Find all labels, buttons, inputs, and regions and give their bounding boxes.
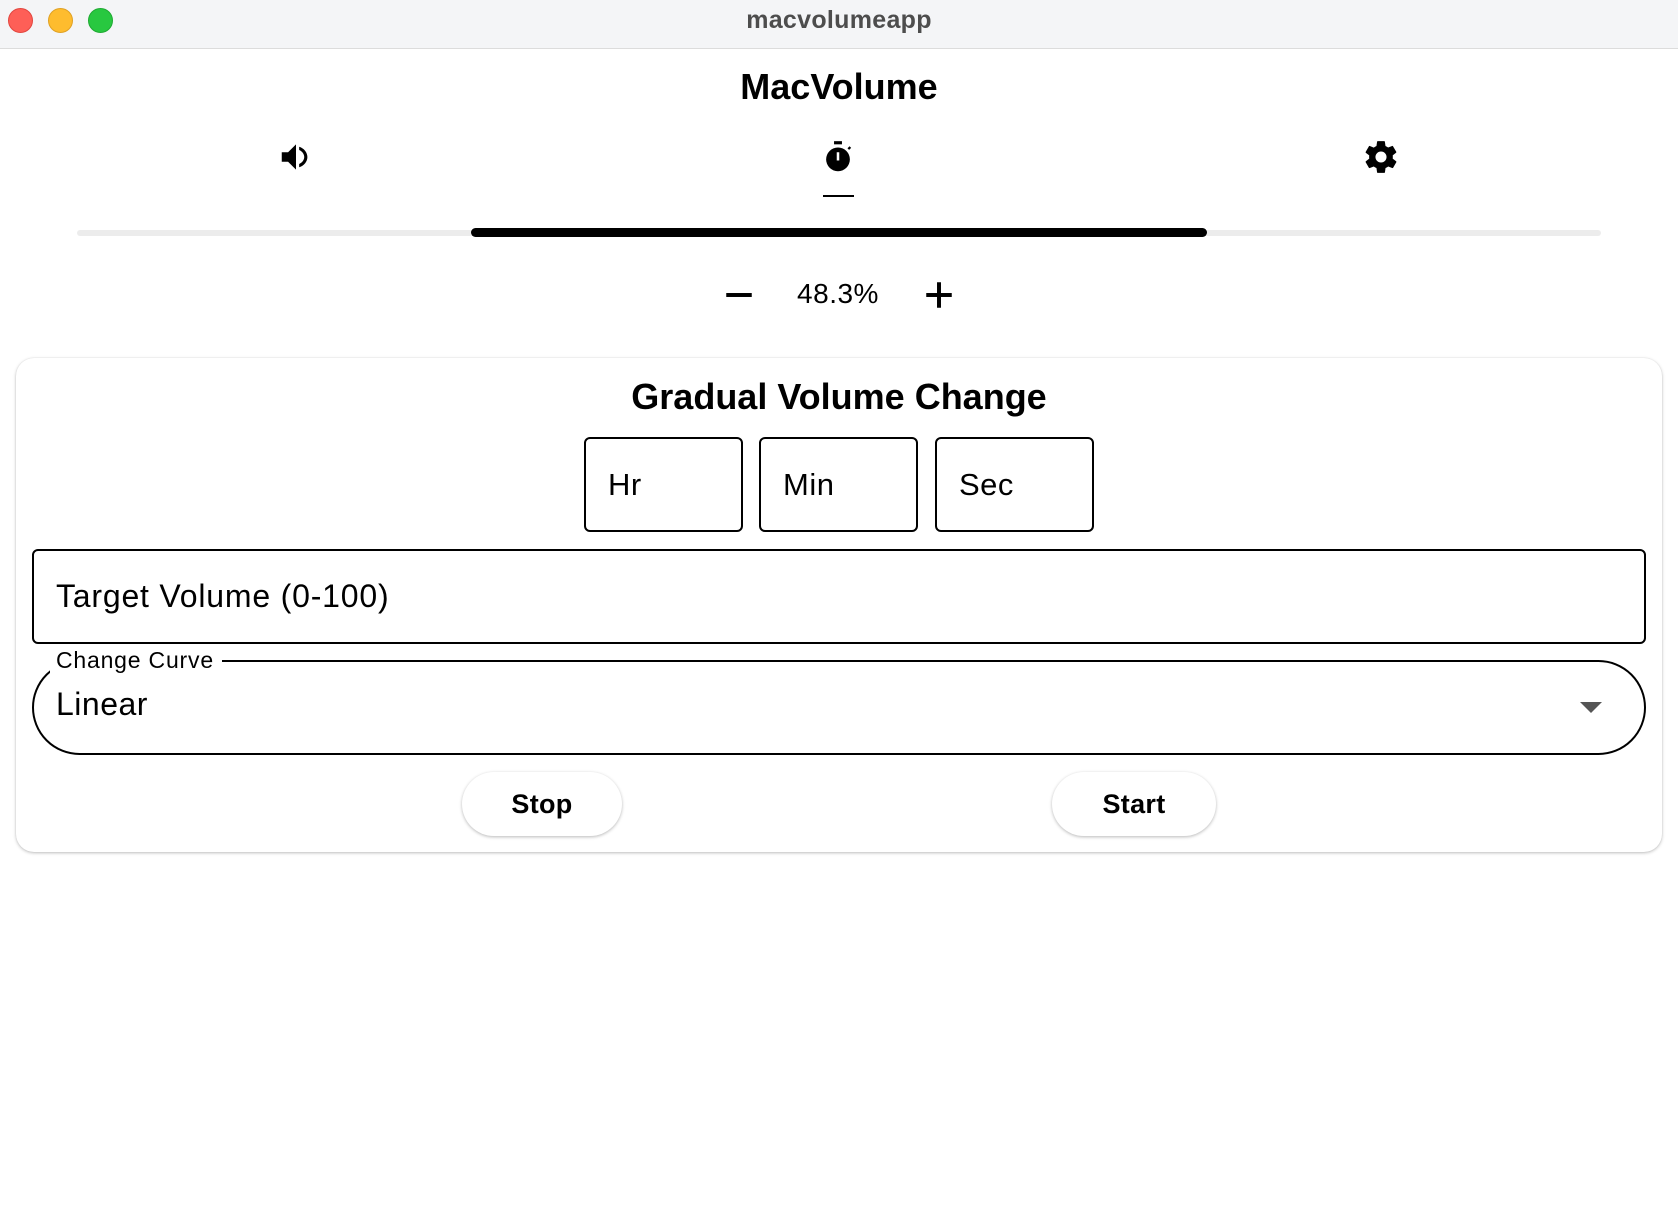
change-curve-value: Linear <box>56 686 148 722</box>
timer-icon <box>826 141 852 172</box>
hours-input[interactable]: Hr <box>584 437 743 532</box>
tab-settings[interactable] <box>1351 132 1411 182</box>
target-volume-input[interactable]: Target Volume (0-100) <box>32 549 1646 644</box>
seconds-input[interactable]: Sec <box>935 437 1094 532</box>
window-title: macvolumeapp <box>746 6 932 34</box>
select-border <box>32 660 1646 755</box>
increase-volume-button[interactable] <box>914 268 964 322</box>
gradual-volume-card: Gradual Volume Change Hr Min Sec Target … <box>16 358 1662 852</box>
window-titlebar: macvolumeapp <box>0 0 1678 49</box>
stop-button[interactable]: Stop <box>462 772 622 836</box>
change-curve-label: Change Curve <box>50 646 222 674</box>
speaker-icon <box>281 144 308 170</box>
slider-active-segment[interactable] <box>470 228 1208 237</box>
volume-slider[interactable] <box>77 228 1601 238</box>
plus-icon <box>926 282 952 308</box>
active-tab-indicator <box>823 195 854 197</box>
tab-volume[interactable] <box>266 132 326 182</box>
app-title: MacVolume <box>740 66 938 107</box>
volume-control-row: 48.3% <box>0 268 1678 322</box>
volume-value: 48.3% <box>797 278 879 309</box>
tab-timer[interactable] <box>808 132 868 182</box>
dropdown-caret-icon <box>1580 702 1602 713</box>
card-title: Gradual Volume Change <box>631 376 1047 417</box>
minutes-input[interactable]: Min <box>759 437 918 532</box>
gear-icon <box>1365 141 1397 173</box>
change-curve-select[interactable]: Change Curve Linear <box>32 646 1646 755</box>
start-button[interactable]: Start <box>1052 772 1216 836</box>
